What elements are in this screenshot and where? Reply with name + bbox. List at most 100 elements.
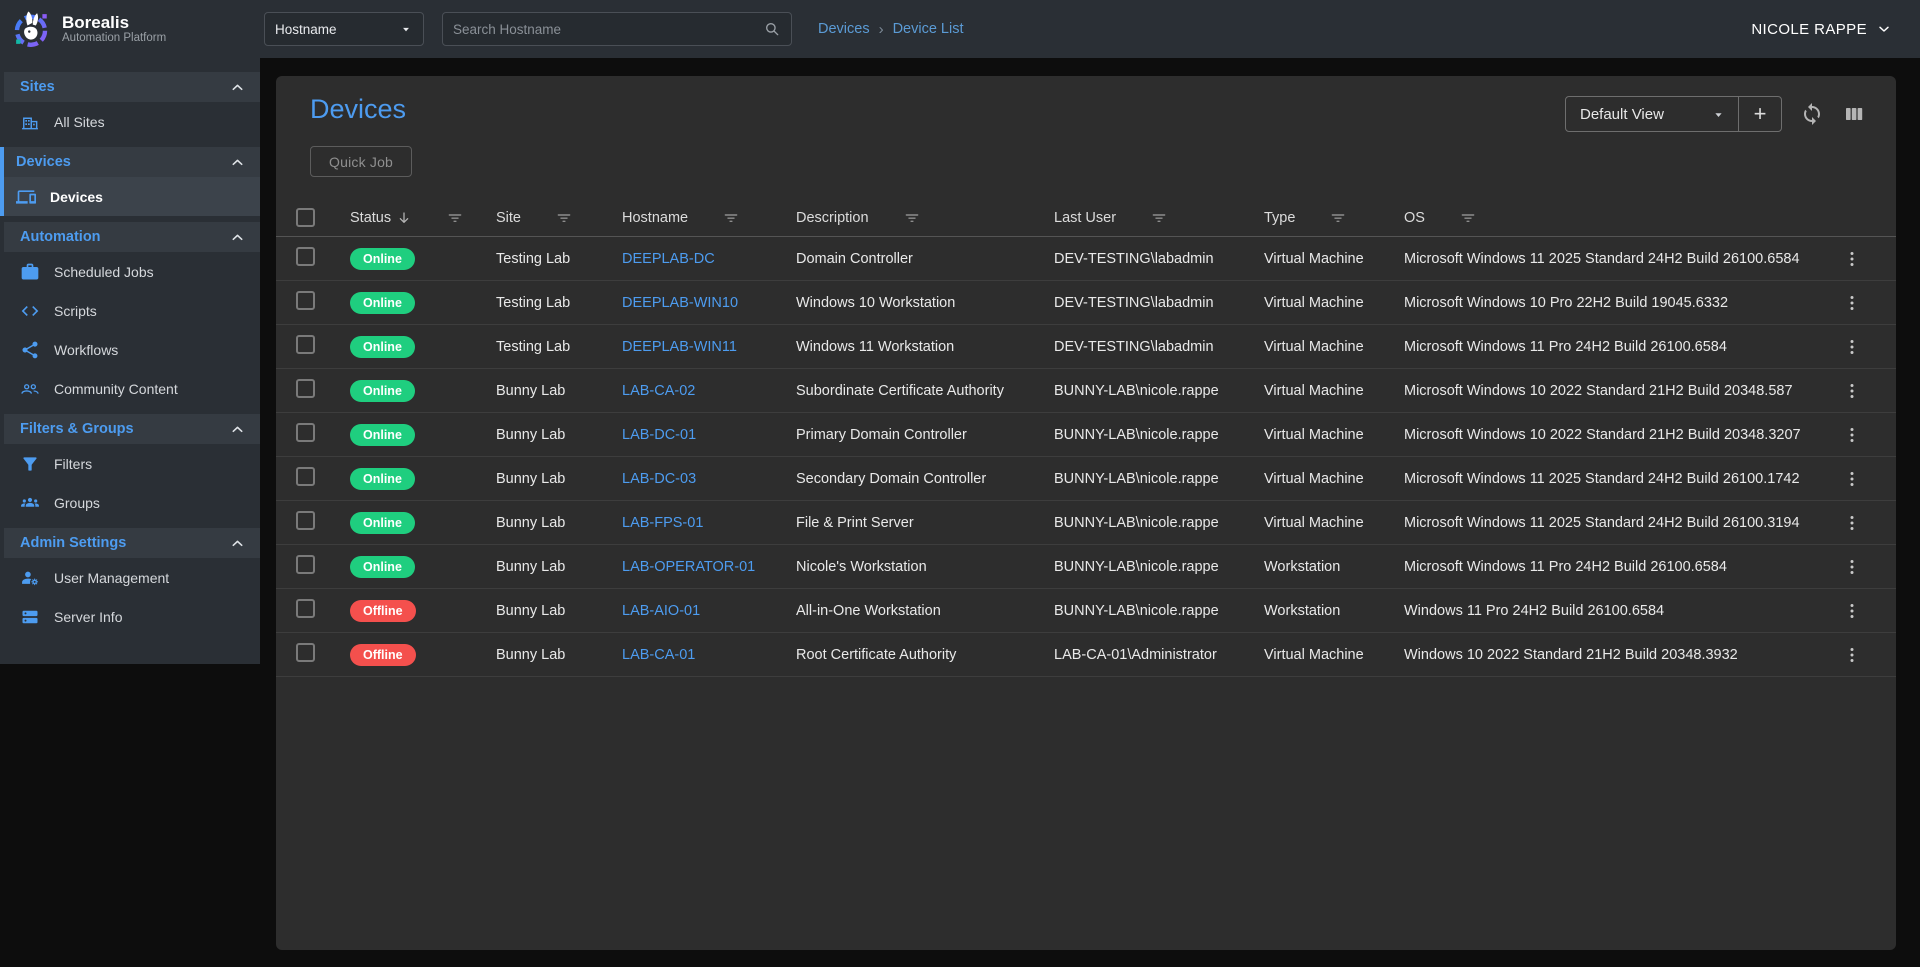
breadcrumb-device-list[interactable]: Device List [893,21,964,37]
refresh-button[interactable] [1800,102,1824,126]
kebab-icon[interactable] [1842,513,1862,533]
select-all-checkbox[interactable] [296,208,315,227]
row-checkbox[interactable] [296,599,315,618]
column-header-site[interactable]: Site [496,209,622,227]
sidebar-section-header-filters-groups[interactable]: Filters & Groups [4,414,260,444]
table-row[interactable]: Offline Bunny Lab LAB-AIO-01 All-in-One … [276,589,1896,633]
search-field-selector[interactable]: Hostname [264,12,424,46]
kebab-icon[interactable] [1842,645,1862,665]
table-row[interactable]: Online Bunny Lab LAB-CA-02 Subordinate C… [276,369,1896,413]
type-cell: Virtual Machine [1264,339,1404,355]
view-selector[interactable]: Default View [1566,97,1738,131]
quick-job-button[interactable]: Quick Job [310,146,412,177]
table-row[interactable]: Online Bunny Lab LAB-FPS-01 File & Print… [276,501,1896,545]
table-row[interactable]: Online Bunny Lab LAB-DC-01 Primary Domai… [276,413,1896,457]
sidebar-item-devices[interactable]: Devices [4,177,260,216]
row-checkbox[interactable] [296,379,315,398]
status-badge: Online [350,336,415,358]
hostname-link[interactable]: LAB-FPS-01 [622,515,703,531]
sidebar-item-community-content[interactable]: Community Content [4,369,260,408]
row-checkbox[interactable] [296,555,315,574]
kebab-icon[interactable] [1842,425,1862,445]
kebab-icon[interactable] [1842,469,1862,489]
search-box[interactable] [442,12,792,46]
section-label: Sites [20,79,55,95]
columns-button[interactable] [1842,102,1866,126]
column-header-hostname[interactable]: Hostname [622,209,796,227]
hostname-link[interactable]: DEEPLAB-WIN10 [622,295,738,311]
kebab-icon[interactable] [1842,249,1862,269]
table-row[interactable]: Online Bunny Lab LAB-DC-03 Secondary Dom… [276,457,1896,501]
column-label: Hostname [622,210,688,226]
table-row[interactable]: Online Testing Lab DEEPLAB-WIN11 Windows… [276,325,1896,369]
description-cell: Subordinate Certificate Authority [796,383,1054,399]
chevron-up-icon[interactable] [229,421,246,438]
sidebar-section-header-admin-settings[interactable]: Admin Settings [4,528,260,558]
filter-list-icon[interactable] [722,209,740,227]
status-cell: Online [350,336,496,358]
column-header-last-user[interactable]: Last User [1054,209,1264,227]
table-header: Status Site Hostname Description Last Us… [276,199,1896,237]
filter-list-icon[interactable] [1329,209,1347,227]
column-header-type[interactable]: Type [1264,209,1404,227]
hostname-link[interactable]: LAB-OPERATOR-01 [622,559,755,575]
sidebar-item-scheduled-jobs[interactable]: Scheduled Jobs [4,252,260,291]
row-checkbox[interactable] [296,335,315,354]
hostname-link[interactable]: LAB-AIO-01 [622,603,700,619]
search-input[interactable] [453,22,763,37]
row-checkbox[interactable] [296,511,315,530]
column-header-status[interactable]: Status [350,209,496,227]
filter-list-icon[interactable] [1150,209,1168,227]
row-checkbox[interactable] [296,291,315,310]
hostname-link[interactable]: DEEPLAB-DC [622,251,715,267]
kebab-icon[interactable] [1842,601,1862,621]
filter-list-icon[interactable] [903,209,921,227]
table-row[interactable]: Online Testing Lab DEEPLAB-DC Domain Con… [276,237,1896,281]
sidebar-item-workflows[interactable]: Workflows [4,330,260,369]
status-badge: Online [350,424,415,446]
hostname-link[interactable]: LAB-CA-02 [622,383,695,399]
sort-arrow-down-icon[interactable] [396,210,412,226]
row-checkbox[interactable] [296,643,315,662]
brand: Borealis Automation Platform [0,8,260,50]
table-row[interactable]: Online Testing Lab DEEPLAB-WIN10 Windows… [276,281,1896,325]
filter-list-icon[interactable] [446,209,464,227]
filter-list-icon[interactable] [555,209,573,227]
hostname-link[interactable]: LAB-DC-01 [622,427,696,443]
filter-list-icon[interactable] [1459,209,1477,227]
sidebar-item-filters[interactable]: Filters [4,444,260,483]
kebab-icon[interactable] [1842,337,1862,357]
hostname-link[interactable]: LAB-DC-03 [622,471,696,487]
sidebar-item-server-info[interactable]: Server Info [4,597,260,636]
column-header-description[interactable]: Description [796,209,1054,227]
description-cell: Windows 10 Workstation [796,295,1054,311]
chevron-up-icon[interactable] [229,79,246,96]
table-row[interactable]: Online Bunny Lab LAB-OPERATOR-01 Nicole'… [276,545,1896,589]
user-menu[interactable]: NICOLE RAPPE [1751,21,1892,38]
kebab-icon[interactable] [1842,293,1862,313]
chevron-up-icon[interactable] [229,154,246,171]
kebab-icon[interactable] [1842,557,1862,577]
hostname-link[interactable]: LAB-CA-01 [622,647,695,663]
sidebar-item-groups[interactable]: Groups [4,483,260,522]
sidebar-section-header-sites[interactable]: Sites [4,72,260,102]
row-checkbox[interactable] [296,247,315,266]
chevron-up-icon[interactable] [229,229,246,246]
sidebar-item-scripts[interactable]: Scripts [4,291,260,330]
table-row[interactable]: Offline Bunny Lab LAB-CA-01 Root Certifi… [276,633,1896,677]
row-checkbox[interactable] [296,423,315,442]
add-view-button[interactable]: + [1739,97,1781,131]
kebab-icon[interactable] [1842,381,1862,401]
search-icon[interactable] [763,20,781,38]
sidebar-section-header-devices[interactable]: Devices [4,147,260,177]
row-checkbox-cell [296,335,350,358]
sidebar-section-header-automation[interactable]: Automation [4,222,260,252]
breadcrumb-devices[interactable]: Devices [818,21,870,37]
hostname-link[interactable]: DEEPLAB-WIN11 [622,339,737,355]
sidebar-item-all-sites[interactable]: All Sites [4,102,260,141]
chevron-down-icon [1876,21,1892,37]
chevron-up-icon[interactable] [229,535,246,552]
row-checkbox[interactable] [296,467,315,486]
column-header-os[interactable]: OS [1404,209,1842,227]
sidebar-item-user-management[interactable]: User Management [4,558,260,597]
